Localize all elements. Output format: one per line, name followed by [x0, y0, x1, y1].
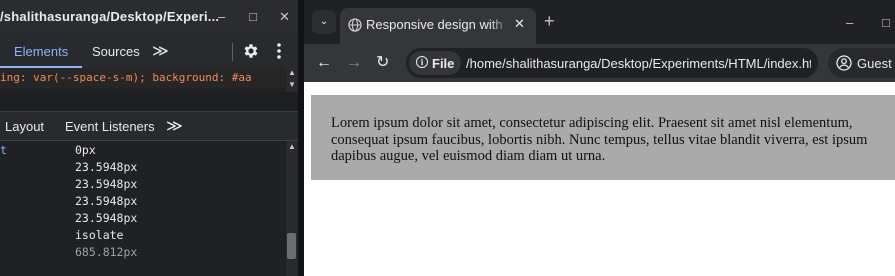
computed-row[interactable]: 23.5948px	[0, 193, 285, 210]
devtools-titlebar: /shalithasuranga/Desktop/Experi... – □ ✕	[0, 0, 298, 34]
tab-layout[interactable]: Layout	[5, 119, 44, 134]
styles-scrollbar[interactable]: ▲ ▼	[286, 68, 298, 92]
paragraph-text: Lorem ipsum dolor sit amet, consectetur …	[331, 115, 868, 164]
url-text[interactable]: /home/shalithasuranga/Desktop/Experiment…	[466, 56, 811, 71]
computed-property-name: t	[0, 143, 7, 157]
toolbar-divider	[232, 43, 233, 61]
devtools-window: /shalithasuranga/Desktop/Experi... – □ ✕…	[0, 0, 298, 276]
profile-button[interactable]: Guest	[828, 48, 895, 78]
computed-property-value: 23.5948px	[75, 211, 138, 225]
tab-event-listeners[interactable]: Event Listeners	[65, 119, 155, 134]
styles-empty-area	[0, 92, 298, 112]
kebab-menu-icon[interactable]	[275, 42, 283, 65]
computed-properties-list: t 0px 23.5948px 23.5948px 23.5948px 23.5…	[0, 141, 285, 276]
computed-property-value: 23.5948px	[75, 194, 138, 208]
computed-property-value: 0px	[75, 143, 96, 157]
tab-close-button[interactable]: ✕	[514, 16, 525, 32]
tab-elements-label: Elements	[14, 44, 69, 59]
more-subtabs-button[interactable]: ≫	[166, 116, 183, 136]
browser-maximize-button[interactable]: □	[882, 15, 890, 30]
computed-row[interactable]: 23.5948px	[0, 176, 285, 193]
styles-css-line: ing: var(--space-s-m); background: #aa	[0, 68, 285, 88]
scheme-label: File	[432, 56, 455, 71]
site-info-chip[interactable]: i File	[409, 51, 461, 75]
devtools-maximize-button[interactable]: □	[249, 9, 257, 25]
browser-window: ⌄ Responsive design with C ✕ + – □ ← → ↻…	[304, 0, 895, 276]
profile-label: Guest	[857, 56, 892, 71]
browser-minimize-button[interactable]: –	[846, 15, 853, 30]
devtools-window-title: /shalithasuranga/Desktop/Experi...	[0, 9, 220, 24]
page-viewport: Lorem ipsum dolor sit amet, consectetur …	[304, 82, 895, 276]
globe-icon	[348, 18, 362, 37]
info-icon: i	[416, 56, 428, 68]
gear-icon[interactable]	[242, 42, 260, 65]
devtools-close-button[interactable]: ✕	[279, 9, 290, 25]
computed-property-value: 23.5948px	[75, 160, 138, 174]
address-bar[interactable]: i File /home/shalithasuranga/Desktop/Exp…	[406, 48, 818, 78]
more-tabs-button[interactable]: ≫	[152, 41, 169, 61]
computed-row[interactable]: 23.5948px	[0, 159, 285, 176]
tab-title-fade	[490, 14, 510, 36]
computed-property-value: 23.5948px	[75, 177, 138, 191]
reload-button[interactable]: ↻	[376, 53, 389, 73]
scroll-down-arrow-icon[interactable]: ▼	[288, 80, 296, 89]
scroll-up-arrow-icon[interactable]: ▲	[288, 68, 296, 77]
content-box: Lorem ipsum dolor sit amet, consectetur …	[311, 95, 895, 180]
browser-toolbar: ← → ↻ i File /home/shalithasuranga/Deskt…	[304, 44, 895, 82]
tab-strip: ⌄ Responsive design with C ✕ + – □	[304, 0, 895, 44]
computed-property-value: 685.812px	[75, 245, 138, 259]
computed-row[interactable]: isolate	[0, 227, 285, 244]
scroll-up-arrow-icon[interactable]: ▲	[288, 142, 296, 151]
tab-search-button[interactable]: ⌄	[312, 10, 336, 34]
active-browser-tab[interactable]: Responsive design with C ✕	[340, 8, 536, 44]
forward-button[interactable]: →	[346, 53, 362, 73]
css-declaration-text: ing: var(--space-s-m); background: #aa	[0, 71, 252, 84]
person-icon	[836, 55, 852, 76]
computed-row[interactable]: 685.812px	[0, 244, 285, 261]
sidebar-subtabs: Layout Event Listeners ≫	[0, 112, 298, 141]
devtools-minimize-button[interactable]: –	[218, 9, 225, 25]
devtools-panel-tabs: Elements Sources ≫	[0, 34, 298, 69]
new-tab-button[interactable]: +	[544, 12, 555, 30]
computed-row[interactable]: t 0px	[0, 142, 285, 159]
tab-elements[interactable]: Elements	[0, 34, 82, 68]
back-button[interactable]: ←	[316, 53, 332, 73]
scrollbar-thumb[interactable]	[287, 233, 296, 259]
computed-row[interactable]: 23.5948px	[0, 210, 285, 227]
tab-title: Responsive design with C	[366, 17, 506, 32]
tab-sources[interactable]: Sources	[92, 44, 140, 59]
computed-property-value: isolate	[75, 228, 124, 242]
